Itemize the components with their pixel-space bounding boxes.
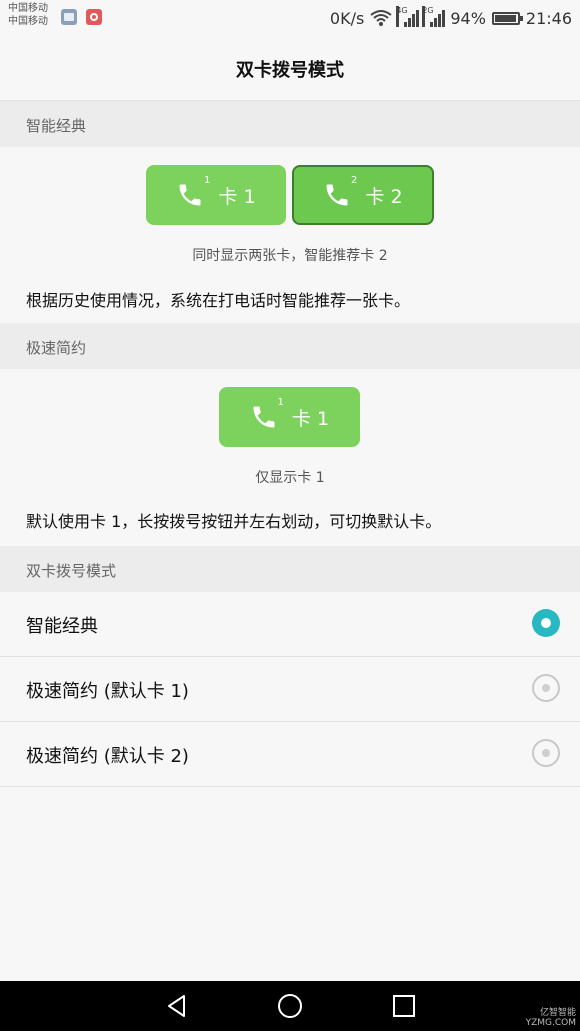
sim2-call-button[interactable]: 2 卡 2 <box>292 165 434 225</box>
sim1-label: 卡 1 <box>291 407 330 430</box>
page-title: 双卡拨号模式 <box>236 60 344 81</box>
status-right: 0K/s 4G 2G 94% 21:46 <box>330 0 572 36</box>
signal-1-icon: 4G <box>396 6 420 27</box>
status-bar: 中国移动 中国移动 0K/s 4G 2G 94% 21:46 <box>0 0 580 36</box>
sim1-label: 卡 1 <box>218 185 256 208</box>
network-type-1: 4G <box>396 6 408 27</box>
option-smart-classic[interactable]: 智能经典 <box>0 592 580 657</box>
title-bar: 双卡拨号模式 <box>0 36 580 101</box>
watermark-line2: YZMG.COM <box>525 1018 576 1028</box>
wifi-icon <box>370 9 392 27</box>
back-icon[interactable] <box>162 991 192 1021</box>
sim-index: 1 <box>204 175 211 186</box>
smart-caption: 同时显示两张卡，智能推荐卡 2 <box>192 248 388 264</box>
sim1-call-button[interactable]: 1 卡 1 <box>146 165 286 225</box>
option-fast-sim1[interactable]: 极速简约 (默认卡 1) <box>0 657 580 722</box>
option-label: 智能经典 <box>26 616 98 637</box>
phone-icon: 1 <box>250 397 284 431</box>
option-label: 极速简约 (默认卡 2) <box>26 746 189 767</box>
section-header-fast: 极速简约 <box>0 323 580 369</box>
gallery-notification-icon <box>61 9 77 25</box>
recent-apps-icon[interactable] <box>389 991 419 1021</box>
option-fast-sim2[interactable]: 极速简约 (默认卡 2) <box>0 722 580 787</box>
fast-description: 默认使用卡 1，长按拨号按钮并左右划动，可切换默认卡。 <box>26 512 442 531</box>
section-header-label: 智能经典 <box>26 117 87 135</box>
carrier-2: 中国移动 <box>8 16 48 27</box>
radio-button[interactable] <box>532 674 560 702</box>
option-label: 极速简约 (默认卡 1) <box>26 681 189 702</box>
radio-button[interactable] <box>532 739 560 767</box>
section-header-label: 极速简约 <box>26 339 87 357</box>
section-header-mode: 双卡拨号模式 <box>0 546 580 592</box>
sim-index: 2 <box>351 175 358 186</box>
sim-index: 1 <box>277 397 284 408</box>
radio-button-selected[interactable] <box>532 609 560 637</box>
battery-percent: 94% <box>450 8 486 28</box>
battery-icon <box>491 11 523 25</box>
sim2-label: 卡 2 <box>365 185 403 208</box>
phone-icon: 1 <box>176 175 210 209</box>
sim1-call-button-fast[interactable]: 1 卡 1 <box>219 387 360 447</box>
network-speed: 0K/s <box>329 8 365 28</box>
watermark: 亿智智能 YZMG.COM <box>526 1008 576 1028</box>
navigation-bar: 亿智智能 YZMG.COM <box>0 981 580 1031</box>
section-header-label: 双卡拨号模式 <box>26 562 117 580</box>
phone-icon: 2 <box>323 175 357 209</box>
network-type-2: 2G <box>422 6 434 27</box>
clock: 21:46 <box>525 8 572 28</box>
signal-2-icon: 2G <box>422 6 446 27</box>
home-icon[interactable] <box>275 991 305 1021</box>
fast-caption: 仅显示卡 1 <box>255 470 325 486</box>
watermark-line1: 亿智智能 <box>539 1008 576 1018</box>
carrier-labels: 中国移动 中国移动 <box>8 2 48 28</box>
section-header-smart: 智能经典 <box>0 101 580 147</box>
app-notification-icon <box>86 9 102 25</box>
carrier-1: 中国移动 <box>8 3 48 14</box>
smart-description: 根据历史使用情况，系统在打电话时智能推荐一张卡。 <box>26 291 411 310</box>
